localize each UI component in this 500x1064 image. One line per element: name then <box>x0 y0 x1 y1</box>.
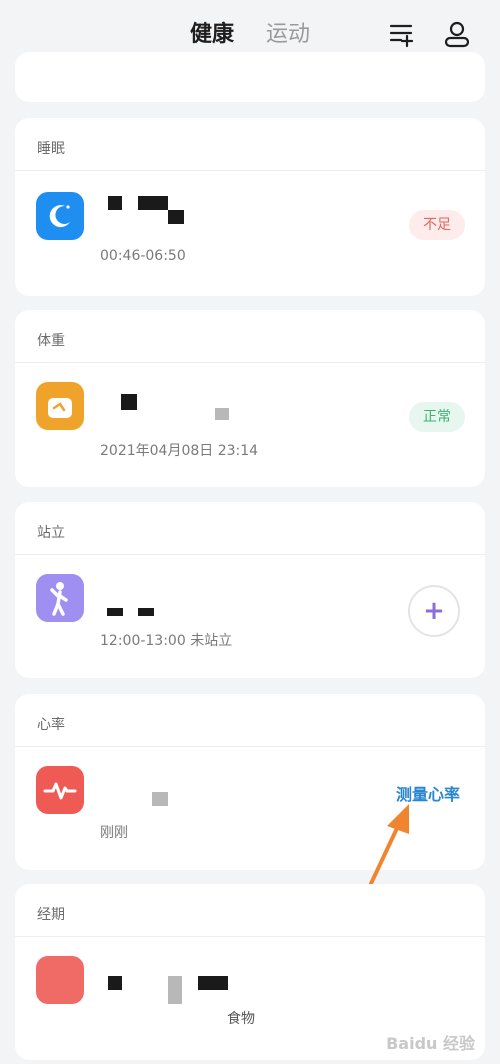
weight-card[interactable]: 体重 2021年04月08日 23:14 正常 <box>15 310 485 487</box>
heartbeat-icon <box>36 766 84 814</box>
plus-icon: + <box>423 596 445 626</box>
redacted-value <box>168 210 184 224</box>
add-standing-button[interactable]: + <box>408 585 460 637</box>
sleep-time-range: 00:46-06:50 <box>100 248 186 264</box>
period-icon <box>36 956 84 1004</box>
sleep-title: 睡眠 <box>37 141 65 157</box>
divider <box>15 746 485 747</box>
tab-sport[interactable]: 运动 <box>266 20 310 50</box>
moon-icon <box>36 192 84 240</box>
redacted-value <box>108 196 122 210</box>
redacted-value <box>168 976 182 1004</box>
divider <box>15 362 485 363</box>
measure-heart-rate-button[interactable]: 测量心率 <box>396 781 460 805</box>
heart-rate-card[interactable]: 心率 刚刚 测量心率 <box>15 694 485 941</box>
redacted-value <box>138 196 168 210</box>
redacted-value <box>138 608 154 616</box>
period-note: 食物 <box>227 1011 255 1027</box>
redacted-value <box>198 976 228 990</box>
divider <box>15 554 485 555</box>
standing-time-range: 12:00-13:00 未站立 <box>100 633 233 649</box>
divider <box>15 936 485 937</box>
heart-rate-title: 心率 <box>37 717 65 733</box>
partial-card <box>15 52 485 102</box>
scale-icon <box>36 382 84 430</box>
sleep-card[interactable]: 睡眠 00:46-06:50 不足 <box>15 118 485 296</box>
redacted-unit <box>152 792 168 806</box>
standing-person-icon <box>36 574 84 622</box>
divider <box>15 170 485 171</box>
redacted-unit <box>215 408 229 420</box>
watermark: Baidu 经验 <box>386 1034 475 1053</box>
heart-rate-time: 刚刚 <box>100 825 128 841</box>
sleep-status-badge: 不足 <box>409 210 465 240</box>
filter-add-icon[interactable] <box>388 20 416 48</box>
tab-health[interactable]: 健康 <box>190 20 234 50</box>
weight-status-badge: 正常 <box>409 402 465 432</box>
redacted-value <box>108 976 122 990</box>
user-icon[interactable] <box>443 20 471 48</box>
standing-title: 站立 <box>37 525 65 541</box>
weight-timestamp: 2021年04月08日 23:14 <box>100 443 259 459</box>
standing-card[interactable]: 站立 12:00-13:00 未站立 + <box>15 502 485 678</box>
weight-title: 体重 <box>37 333 65 349</box>
period-title: 经期 <box>37 907 65 923</box>
redacted-value <box>107 608 123 616</box>
redacted-value <box>121 394 137 410</box>
